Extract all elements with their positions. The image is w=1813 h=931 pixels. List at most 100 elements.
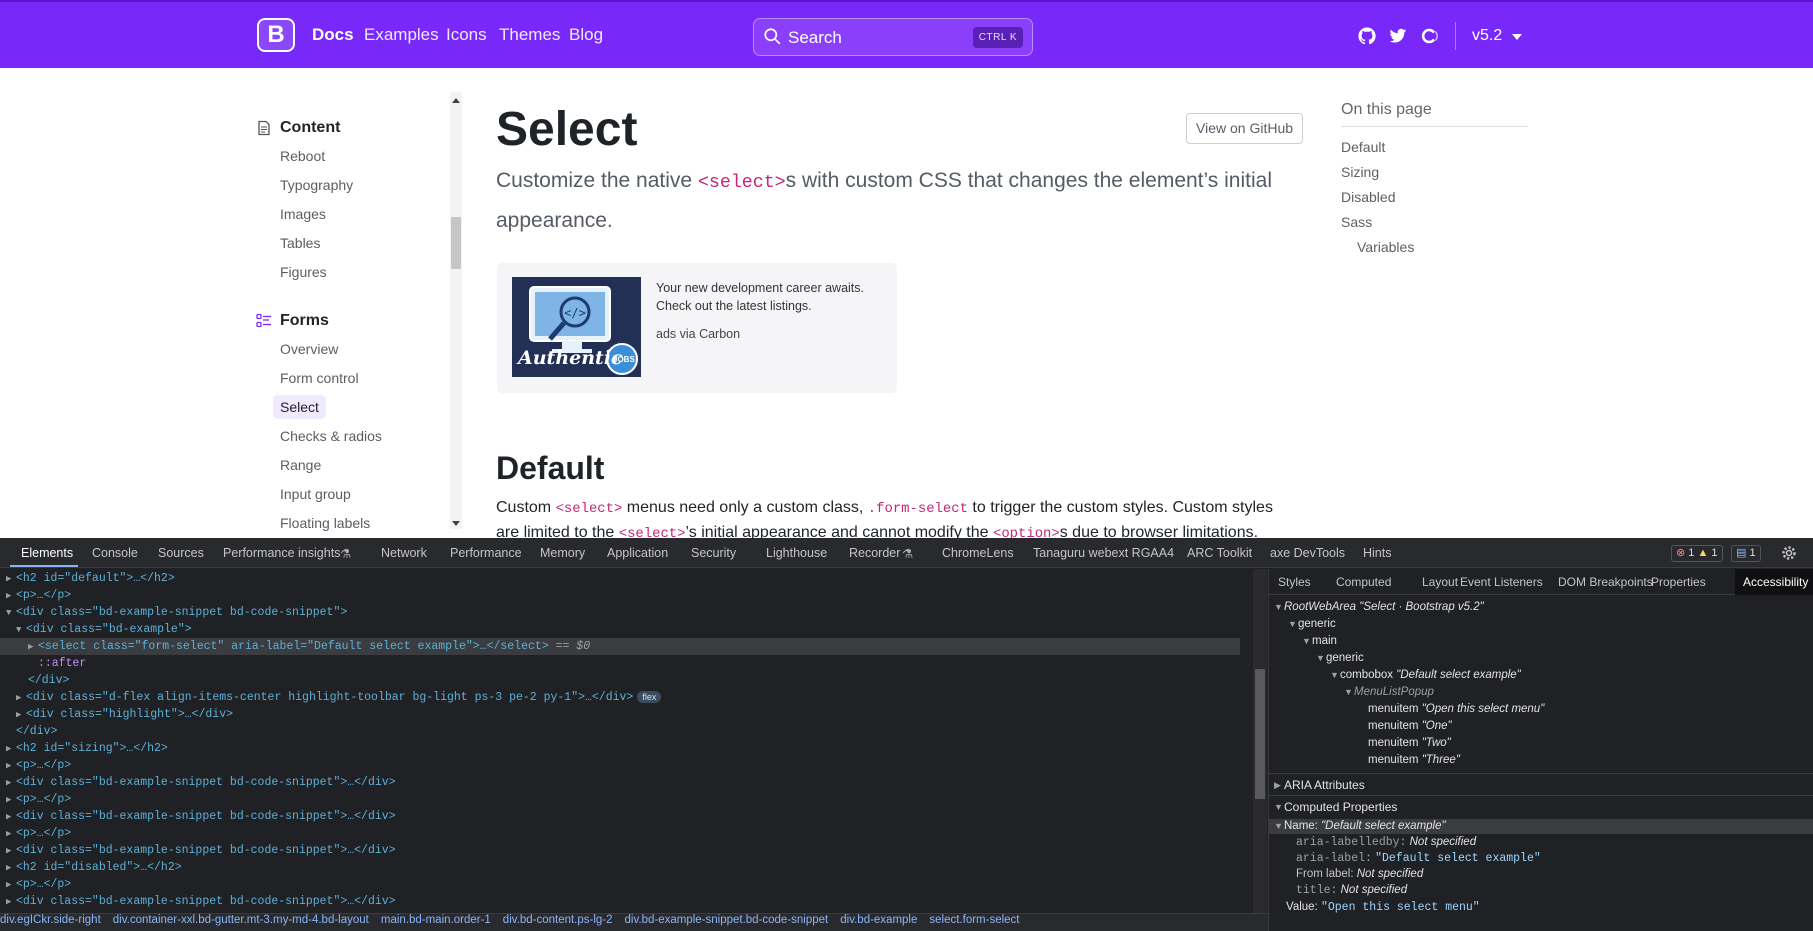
ax-node-menuitem[interactable]: menuitem "Two" [1368, 735, 1451, 752]
nav-examples[interactable]: Examples [364, 25, 439, 45]
nav-blog[interactable]: Blog [569, 25, 603, 45]
ad-credit-link[interactable]: ads via Carbon [656, 327, 740, 341]
breadcrumb-item[interactable]: div.container-xxl.bd-gutter.mt-3.my-md-4… [113, 914, 369, 926]
tab-performance[interactable]: Performance [450, 546, 522, 560]
dom-line[interactable]: ::after [38, 655, 86, 672]
dom-line[interactable]: ▶ <p>…</p> [6, 587, 71, 604]
nav-docs[interactable]: Docs [312, 25, 354, 45]
ax-node[interactable]: ▼generic [1288, 616, 1336, 633]
dom-line[interactable]: ▶ <p>…</p> [6, 825, 71, 842]
sidebar-item-overview[interactable]: Overview [280, 341, 338, 357]
dom-line[interactable]: </div> [16, 723, 57, 740]
tab-event-listeners[interactable]: Event Listeners [1460, 575, 1543, 589]
twitter-icon[interactable] [1388, 26, 1408, 46]
tab-hints[interactable]: Hints [1363, 546, 1391, 560]
tab-axe-devtools[interactable]: axe DevTools [1270, 546, 1345, 560]
breadcrumb-item[interactable]: div.bd-content.ps-lg-2 [503, 914, 613, 926]
dom-line-selected[interactable]: ▶ <select class="form-select" aria-label=… [0, 638, 1240, 655]
ad-image[interactable]: </> Authentic JOBS [512, 277, 641, 377]
tab-arc-toolkit[interactable]: ARC Toolkit [1187, 546, 1252, 560]
dom-line[interactable]: ▶ <h2 id="disabled">…</h2> [6, 859, 182, 876]
search-input[interactable]: Search CTRL K [753, 18, 1033, 56]
sidebar-scrollbar[interactable] [450, 92, 462, 529]
tab-application[interactable]: Application [607, 546, 668, 560]
ad-text[interactable]: Your new development career awaits. Chec… [656, 279, 886, 315]
error-warning-badge[interactable]: ⊗ 1 ▲ 1 [1671, 545, 1723, 562]
sidebar-item-range[interactable]: Range [280, 457, 321, 473]
sidebar-item-form-control[interactable]: Form control [280, 370, 359, 386]
dom-line[interactable]: ▶ <div class="bd-example-snippet bd-code-… [6, 893, 396, 910]
messages-badge[interactable]: ▤ 1 [1731, 545, 1761, 562]
gear-icon[interactable] [1781, 545, 1797, 561]
dom-line[interactable]: ▶ <div class="d-flex align-items-center h… [16, 689, 662, 706]
sidebar-scrollbar-thumb[interactable] [451, 217, 461, 269]
toc-item-sass[interactable]: Sass [1341, 214, 1372, 230]
tab-chromelens[interactable]: ChromeLens [942, 546, 1014, 560]
sidebar-item-figures[interactable]: Figures [280, 264, 327, 280]
tab-styles[interactable]: Styles [1278, 575, 1311, 589]
nav-themes[interactable]: Themes [499, 25, 560, 45]
sidebar-item-images[interactable]: Images [280, 206, 326, 222]
tab-sources[interactable]: Sources [158, 546, 204, 560]
breadcrumb-item[interactable]: div.egICkr.side-right [0, 914, 101, 926]
ax-node[interactable]: ▼MenuListPopup [1344, 684, 1434, 701]
ax-node-menuitem[interactable]: menuitem "Three" [1368, 752, 1460, 769]
dom-line[interactable]: ▶ <h2 id="default">…</h2> [6, 570, 175, 587]
dom-line[interactable]: ▶ <p>…</p> [6, 876, 71, 893]
ax-node-menuitem[interactable]: menuitem "Open this select menu" [1368, 701, 1544, 718]
nav-icons[interactable]: Icons [446, 25, 487, 45]
elements-dom-tree[interactable]: ▶ <h2 id="default">…</h2> ▶ <p>…</p> ▼ <div… [0, 569, 1252, 913]
sidebar-item-reboot[interactable]: Reboot [280, 148, 325, 164]
dom-line[interactable]: ▶ <h2 id="sizing">…</h2> [6, 740, 168, 757]
toc-item-disabled[interactable]: Disabled [1341, 189, 1395, 205]
tab-dom-breakpoints[interactable]: DOM Breakpoints [1558, 575, 1653, 589]
github-icon[interactable] [1357, 26, 1377, 46]
dom-line[interactable]: ▶ <div class="bd-example-snippet bd-code-… [6, 842, 396, 859]
sidebar-section-forms[interactable]: Forms [280, 312, 329, 330]
tab-network[interactable]: Network [381, 546, 427, 560]
sidebar-item-tables[interactable]: Tables [280, 235, 320, 251]
sidebar-item-select[interactable]: Select [273, 395, 326, 419]
breadcrumb-item[interactable]: main.bd-main.order-1 [381, 914, 491, 926]
elements-scrollbar-thumb[interactable] [1255, 669, 1265, 799]
sidebar-item-floating-labels[interactable]: Floating labels [280, 515, 370, 531]
ax-node[interactable]: ▼main [1302, 633, 1337, 650]
sidebar-section-content[interactable]: Content [280, 119, 340, 137]
dom-line[interactable]: ▶ <p>…</p> [6, 757, 71, 774]
tab-memory[interactable]: Memory [540, 546, 585, 560]
opencollective-icon[interactable] [1419, 26, 1439, 46]
sidebar-item-checks-radios[interactable]: Checks & radios [280, 428, 382, 444]
dom-line[interactable]: ▶ <p>…</p> [6, 791, 71, 808]
toc-item-sizing[interactable]: Sizing [1341, 164, 1379, 180]
dom-line[interactable]: </div> [28, 672, 69, 689]
scroll-down-icon[interactable] [452, 521, 460, 526]
dom-line[interactable]: ▶ <div class="highlight">…</div> [16, 706, 233, 723]
breadcrumb-item[interactable]: select.form-select [929, 914, 1019, 926]
tab-computed[interactable]: Computed [1336, 575, 1391, 589]
computed-properties-section[interactable]: ▼ Computed Properties [1269, 795, 1813, 817]
tab-layout[interactable]: Layout [1422, 575, 1458, 589]
dom-line[interactable]: ▼ <div class="bd-example-snippet bd-code-… [6, 604, 347, 621]
ax-node-root[interactable]: ▼RootWebArea "Select · Bootstrap v5.2" [1274, 599, 1484, 616]
dom-line[interactable]: ▶ <div class="bd-example-snippet bd-code-… [6, 808, 396, 825]
tab-performance-insights[interactable]: Performance insights [223, 546, 340, 560]
tab-console[interactable]: Console [92, 546, 138, 560]
tab-accessibility[interactable]: Accessibility [1735, 569, 1813, 595]
tab-security[interactable]: Security [691, 546, 736, 560]
flex-badge[interactable]: flex [637, 691, 662, 703]
ax-node[interactable]: ▼generic [1316, 650, 1364, 667]
dom-line[interactable]: ▼ <div class="bd-example"> [16, 621, 192, 638]
tab-recorder[interactable]: Recorder [849, 546, 900, 560]
toc-item-default[interactable]: Default [1341, 139, 1385, 155]
tab-elements[interactable]: Elements [21, 546, 73, 560]
toc-item-variables[interactable]: Variables [1357, 239, 1414, 255]
aria-attributes-section[interactable]: ▶ ARIA Attributes [1269, 773, 1813, 795]
scroll-up-icon[interactable] [452, 98, 460, 103]
dom-line[interactable]: ▶ <div class="bd-example-snippet bd-code-… [6, 774, 396, 791]
sidebar-item-typography[interactable]: Typography [280, 177, 353, 193]
breadcrumb-item[interactable]: div.bd-example [840, 914, 917, 926]
computed-name-row[interactable]: ▼Name: "Default select example" [1269, 819, 1813, 834]
ax-node-combobox[interactable]: ▼combobox "Default select example" [1330, 667, 1521, 684]
breadcrumb-item[interactable]: div.bd-example-snippet.bd-code-snippet [625, 914, 829, 926]
bootstrap-logo[interactable]: B [257, 18, 295, 52]
